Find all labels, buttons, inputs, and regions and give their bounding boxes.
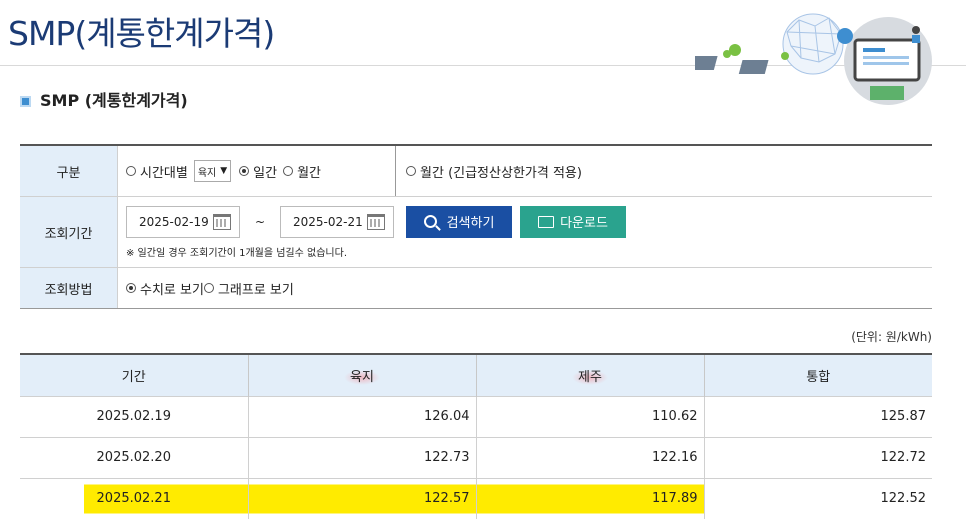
start-date-value: 2025-02-19 xyxy=(139,214,209,229)
calendar-icon[interactable] xyxy=(213,213,231,230)
radio-graph-label: 그래프로 보기 xyxy=(217,282,294,298)
date-separator: ~ xyxy=(254,214,266,229)
type-row: 구분 시간대별 육지 ▼ 일간 월간 월간 (긴급정산상한가격 적용) xyxy=(20,146,932,197)
smp-table: 기간 육지 제주 통합 2025.02.19 126.04 110.62 125… xyxy=(20,353,932,519)
radio-daily-label: 일간 xyxy=(253,165,278,181)
method-label: 조회방법 xyxy=(20,268,118,308)
radio-numeric-dot[interactable] xyxy=(126,283,136,293)
col-header-mainland-text: 육지 xyxy=(344,369,380,385)
cell-total: 122.72 xyxy=(704,436,932,478)
section-title: SMP (계통한계가격) xyxy=(20,90,188,112)
section-title-text: SMP (계통한계가격) xyxy=(40,91,188,110)
table-row: 2025.02.20 122.73 122.16 122.72 xyxy=(20,436,932,478)
col-header-mainland: 육지 xyxy=(248,353,477,396)
cell-mainland: 122.73 xyxy=(248,436,477,478)
cell-date: 2025.02.19 xyxy=(20,395,249,437)
start-date-field[interactable]: 2025-02-19 xyxy=(126,205,240,238)
end-date-value: 2025-02-21 xyxy=(293,214,363,229)
col-header-period: 기간 xyxy=(20,353,249,396)
radio-hourly-label: 시간대별 xyxy=(140,165,188,181)
period-controls: 2025-02-19 ~ 2025-02-21 검색하기 다운로드 ※ 일간일 … xyxy=(118,197,932,267)
col-header-total: 통합 xyxy=(704,353,932,396)
table-row: 2025.02.21 122.57 117.89 122.52 xyxy=(20,477,932,519)
type-label: 구분 xyxy=(20,146,118,196)
cell-mainland: 126.04 xyxy=(248,395,477,437)
radio-daily-dot[interactable] xyxy=(239,166,250,176)
cell-total: 122.52 xyxy=(704,477,932,519)
calendar-icon[interactable] xyxy=(367,213,385,230)
folder-icon xyxy=(538,215,555,228)
cell-jeju: 117.89 xyxy=(476,477,705,519)
page-title: SMP(계통한계가격) xyxy=(8,14,275,53)
type-options: 시간대별 육지 ▼ 일간 월간 월간 (긴급정산상한가격 적용) xyxy=(118,146,932,196)
end-date-field[interactable]: 2025-02-21 xyxy=(280,205,394,238)
radio-graph-dot[interactable] xyxy=(203,283,214,293)
radio-numeric[interactable]: 수치로 보기 xyxy=(126,279,204,298)
unit-label: (단위: 원/kWh) xyxy=(851,330,932,344)
table-row: 2025.02.19 126.04 110.62 125.87 xyxy=(20,395,932,437)
period-label: 조회기간 xyxy=(20,197,118,267)
col-header-jeju: 제주 xyxy=(476,353,705,396)
download-button[interactable]: 다운로드 xyxy=(520,205,626,238)
search-button[interactable]: 검색하기 xyxy=(406,205,512,238)
radio-monthly-emergency-label: 월간 (긴급정산상한가격 적용) xyxy=(420,165,582,181)
method-row: 조회방법 수치로 보기 그래프로 보기 xyxy=(20,268,932,308)
monitor-person-icon xyxy=(837,17,932,105)
radio-monthly-emergency[interactable]: 월간 (긴급정산상한가격 적용) xyxy=(406,162,582,181)
page: SMP(계통한계가격) SMP (계통한계가격) 구분 시간대별 육지 ▼ 일간… xyxy=(0,0,966,519)
period-note: ※ 일간일 경우 조회기간이 1개월을 넘길수 없습니다. xyxy=(126,247,347,259)
radio-daily[interactable]: 일간 xyxy=(239,162,277,181)
header-illustration xyxy=(695,13,932,105)
cell-total: 125.87 xyxy=(704,395,932,437)
col-header-jeju-text: 제주 xyxy=(572,369,608,385)
cell-jeju: 122.16 xyxy=(476,436,705,478)
radio-monthly[interactable]: 월간 xyxy=(283,162,321,181)
cell-date: 2025.02.20 xyxy=(20,436,249,478)
radio-hourly[interactable]: 시간대별 xyxy=(126,162,188,181)
radio-hourly-dot[interactable] xyxy=(126,166,136,176)
method-options: 수치로 보기 그래프로 보기 xyxy=(118,268,932,308)
option-divider xyxy=(395,146,397,196)
radio-monthly-dot[interactable] xyxy=(283,166,294,176)
table-header-row: 기간 육지 제주 통합 xyxy=(20,353,932,396)
radio-monthly-emergency-dot[interactable] xyxy=(406,166,417,176)
radio-monthly-label: 월간 xyxy=(297,165,322,181)
period-row: 조회기간 2025-02-19 ~ 2025-02-21 검색하기 다운로드 ※… xyxy=(20,197,932,268)
cell-date: 2025.02.21 xyxy=(20,477,249,519)
period-inputs: 2025-02-19 ~ 2025-02-21 검색하기 다운로드 xyxy=(126,205,626,238)
solar-panel-icon xyxy=(695,44,789,74)
region-select-value: 육지 xyxy=(197,167,217,179)
region-select[interactable]: 육지 ▼ xyxy=(193,160,232,182)
download-button-label: 다운로드 xyxy=(560,215,608,230)
search-button-label: 검색하기 xyxy=(446,215,495,230)
radio-numeric-label: 수치로 보기 xyxy=(140,282,204,298)
network-globe-icon xyxy=(782,13,844,75)
section-bullet-icon xyxy=(20,95,31,107)
search-form: 구분 시간대별 육지 ▼ 일간 월간 월간 (긴급정산상한가격 적용) 조회기간… xyxy=(20,144,932,309)
cell-mainland: 122.57 xyxy=(248,477,477,519)
search-icon xyxy=(423,215,437,228)
cell-jeju: 110.62 xyxy=(476,395,705,437)
chevron-down-icon: ▼ xyxy=(220,166,228,176)
radio-graph[interactable]: 그래프로 보기 xyxy=(203,279,294,298)
